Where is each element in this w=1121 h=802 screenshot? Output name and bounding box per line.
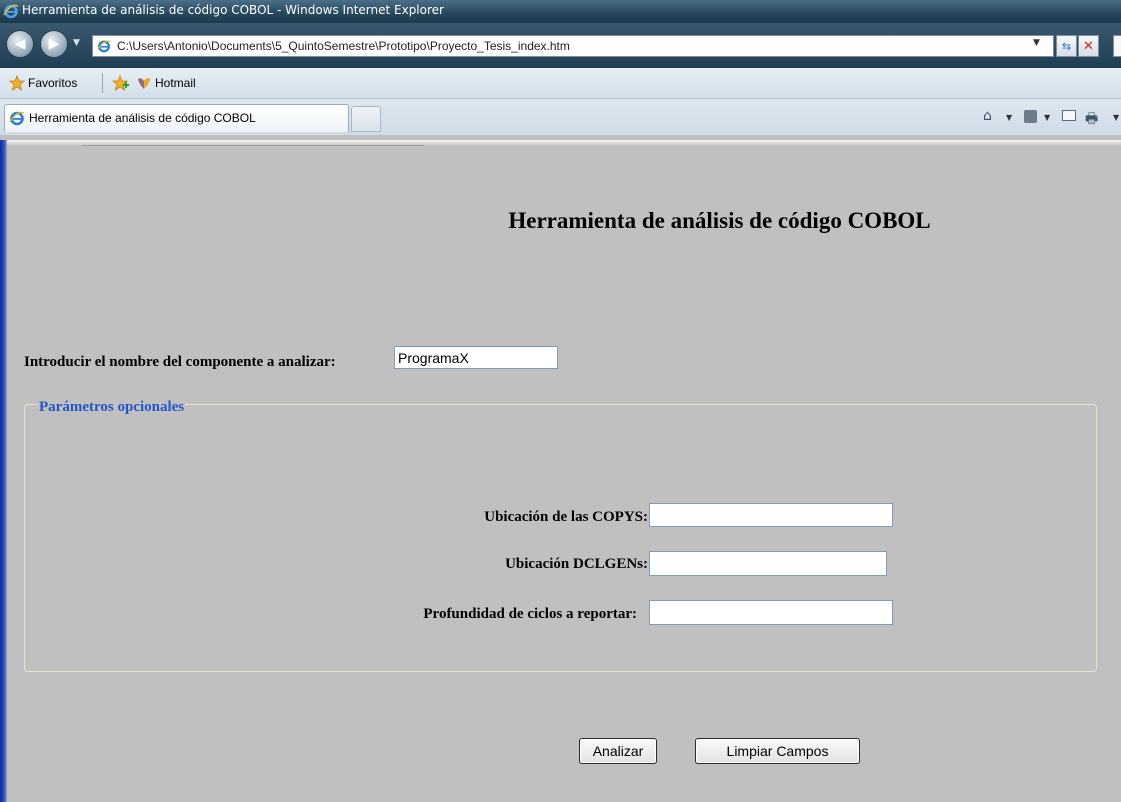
forward-button[interactable]: ▶ [40,30,68,58]
dclgen-location-label: Ubicación DCLGENs: [505,556,648,572]
page-title: Herramienta de análisis de código COBOL [508,208,931,233]
address-bar[interactable]: C:\Users\Antonio\Documents\5_QuintoSemes… [92,35,1054,57]
content-top-line [82,145,424,146]
toolbar-divider [102,73,103,93]
component-name-input[interactable] [394,346,558,369]
window-title: Herramienta de análisis de código COBOL … [22,3,444,17]
search-box[interactable] [1113,35,1121,57]
optional-parameters-legend: Parámetros opcionales [38,399,186,416]
home-icon[interactable]: ⌂ [983,108,992,124]
recent-pages-dropdown-icon[interactable]: ▼ [73,38,80,48]
ie-icon [3,4,19,19]
optional-parameters-fieldset [24,404,1097,672]
window-left-border [0,140,7,802]
feeds-dropdown-icon[interactable]: ▼ [1044,113,1050,122]
loop-depth-input[interactable] [649,600,893,625]
dclgen-location-input[interactable] [649,551,887,576]
forward-arrow-icon: ▶ [48,36,60,52]
refresh-icon[interactable]: ⇆ [1056,35,1077,57]
stop-icon[interactable]: ✕ [1078,35,1099,57]
add-favorite-icon[interactable] [112,75,130,91]
new-tab-button[interactable] [351,106,381,132]
hotmail-icon [138,78,150,89]
home-dropdown-icon[interactable]: ▼ [1006,113,1012,122]
analyze-button[interactable]: Analizar [579,738,657,764]
print-icon[interactable]: 🖶 [1085,108,1098,132]
ie-tab-icon [9,111,25,126]
ie-page-icon [97,40,111,53]
favorites-button[interactable]: Favoritos [28,76,77,90]
component-label: Introducir el nombre del componente a an… [24,354,336,370]
favorites-star-icon[interactable] [9,75,25,91]
back-button[interactable]: ◀ [6,30,34,58]
feeds-icon[interactable] [1024,110,1037,123]
tab-label: Herramienta de análisis de código COBOL [29,111,256,125]
clear-fields-button[interactable]: Limpiar Campos [695,738,860,764]
address-text: C:\Users\Antonio\Documents\5_QuintoSemes… [117,39,570,53]
copys-location-label: Ubicación de las COPYS: [484,509,648,525]
favorite-link-hotmail[interactable]: Hotmail [155,76,196,90]
copys-location-input[interactable] [649,503,893,527]
loop-depth-label: Profundidad de ciclos a reportar: [423,606,637,622]
print-dropdown-icon[interactable]: ▼ [1113,113,1119,122]
address-dropdown-icon[interactable]: ▼ [1033,38,1040,48]
back-arrow-icon: ◀ [14,36,26,52]
mail-icon[interactable] [1062,110,1076,121]
